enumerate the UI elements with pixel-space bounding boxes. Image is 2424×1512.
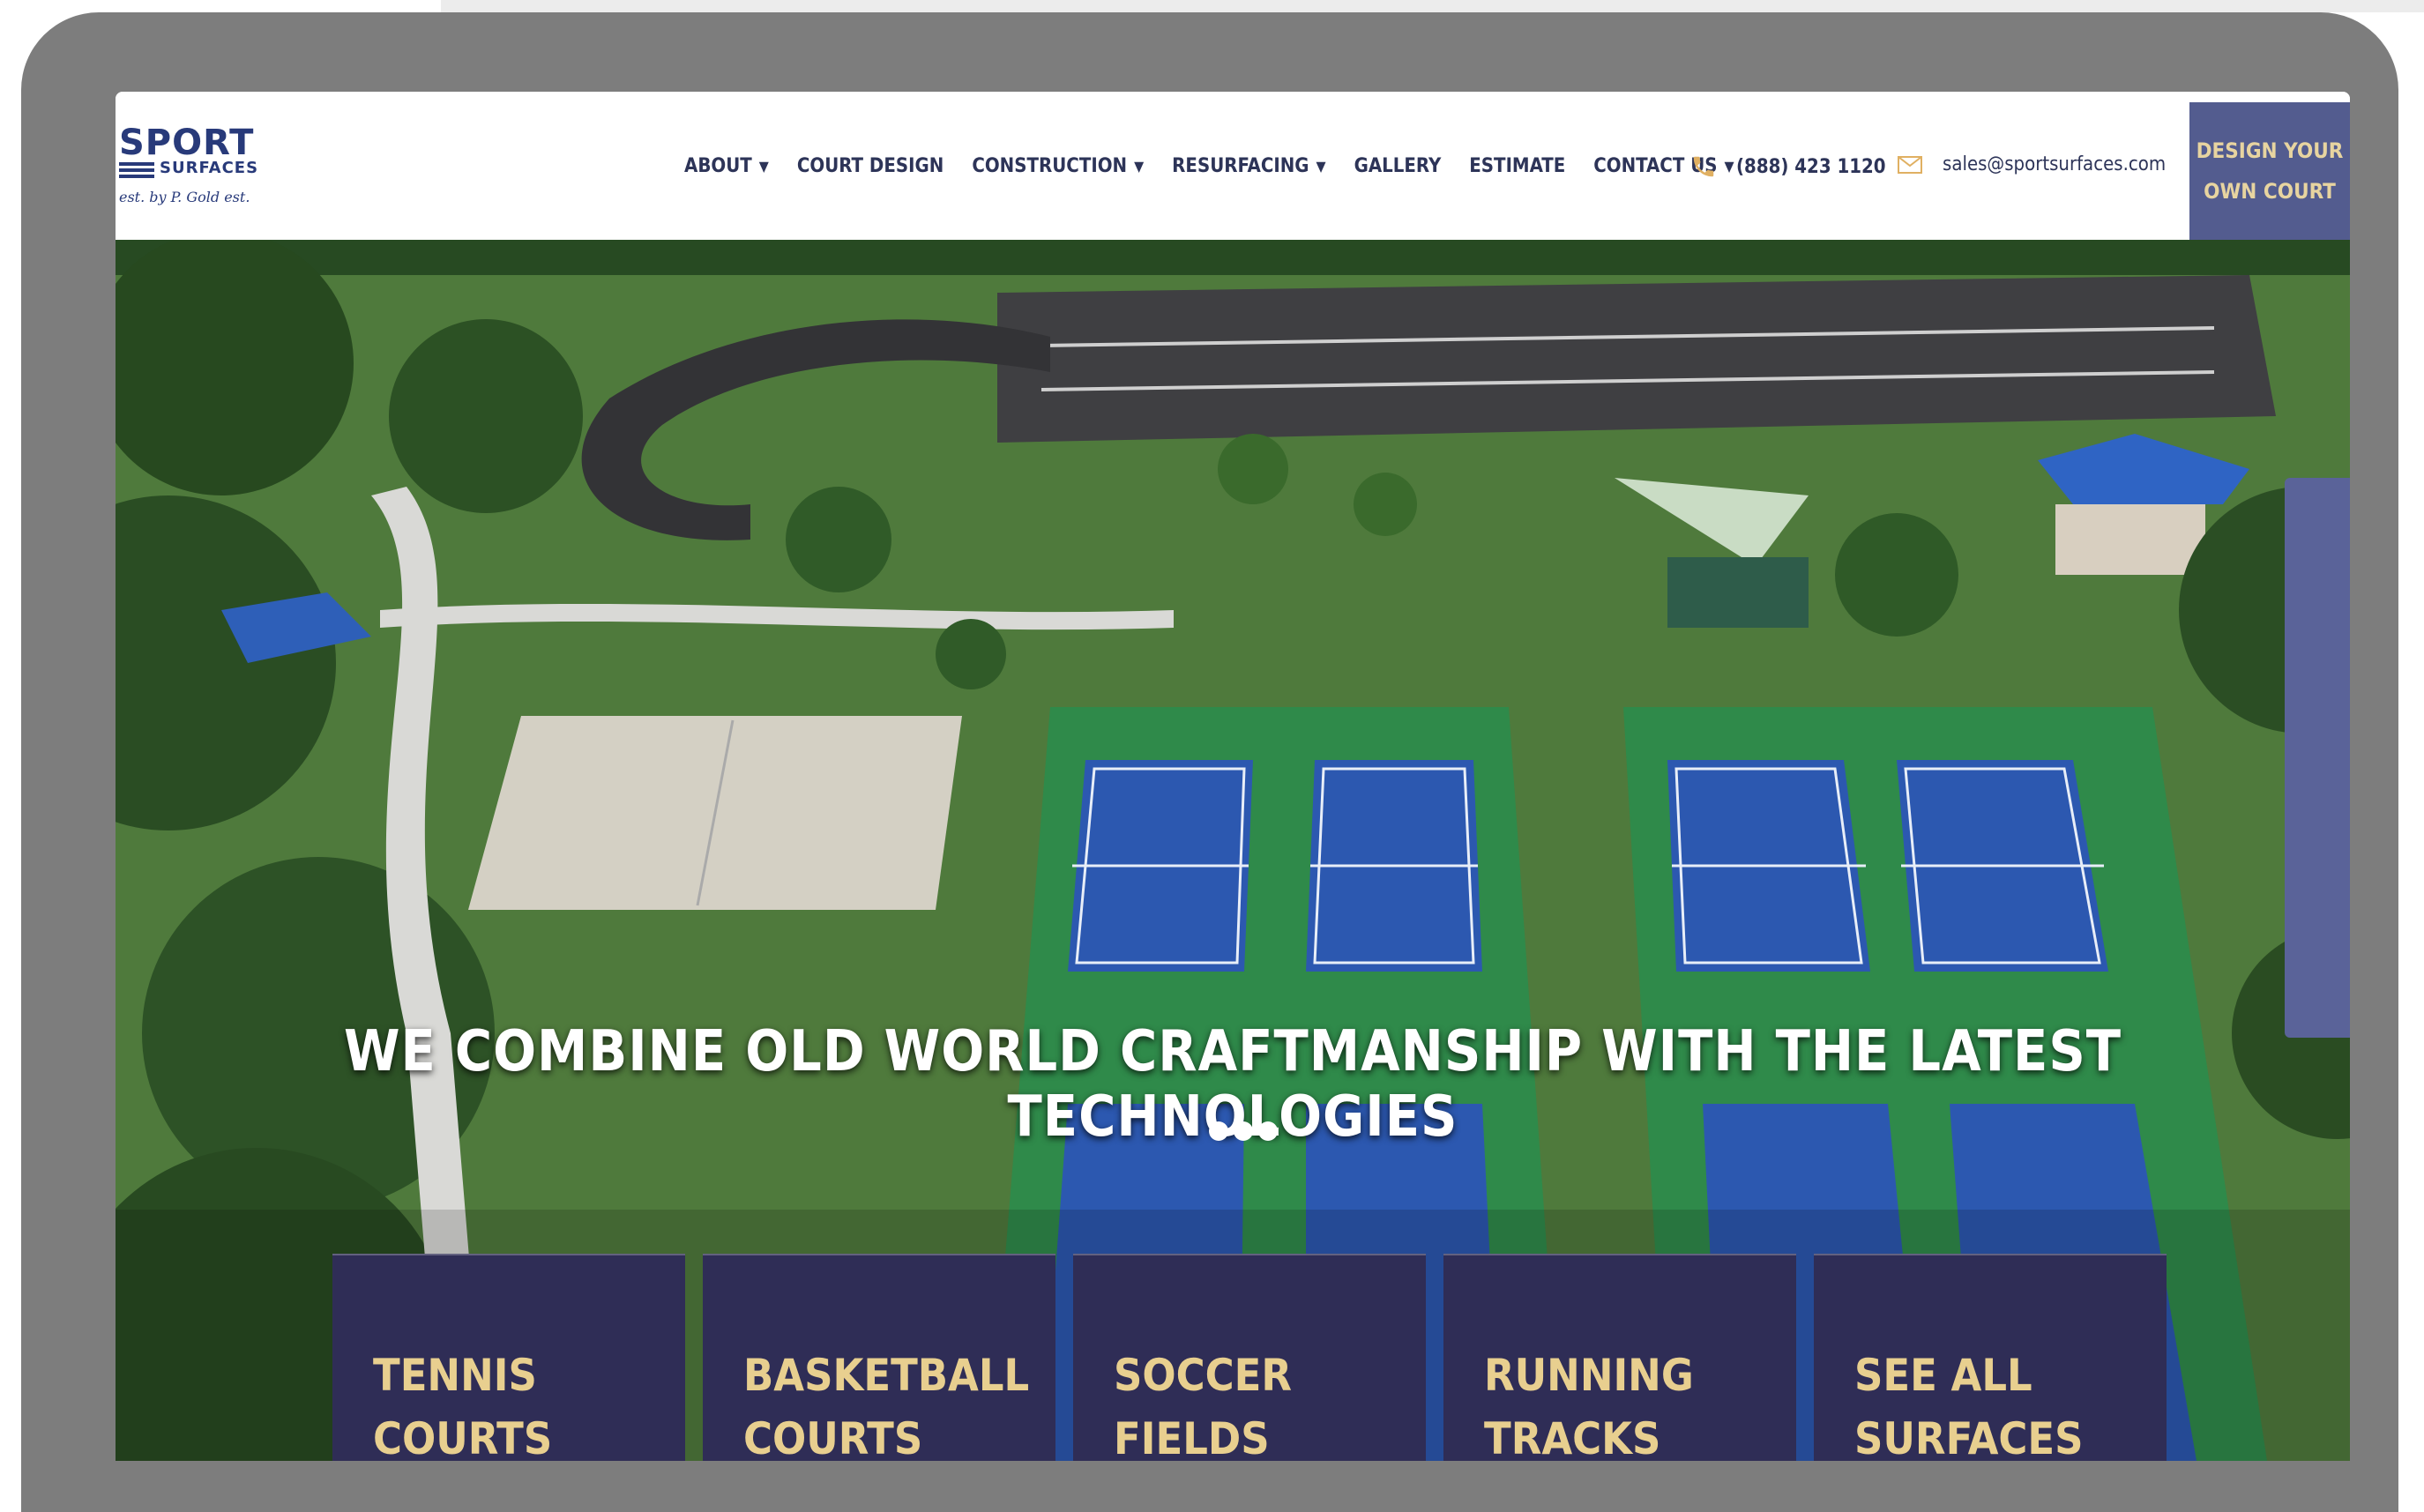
nav-item-gallery[interactable]: GALLERY [1354,155,1442,177]
tile-basketball-courts[interactable]: BASKETBALL COURTS [703,1254,1055,1461]
tile-running-tracks[interactable]: RUNNING TRACKS [1443,1254,1796,1461]
page-background-strip [441,0,2424,12]
mail-icon [1898,155,1922,174]
nav-item-court-design[interactable]: COURT DESIGN [797,155,943,177]
tile-soccer-fields[interactable]: SOCCER FIELDS [1073,1254,1426,1461]
nav-item-label: ESTIMATE [1469,155,1566,177]
tile-label: SEE ALL SURFACES [1854,1350,2084,1461]
hero-slider: WE COMBINE OLD WORLD CRAFTMANSHIP WITH T… [116,240,2350,1461]
nav-item-label: RESURFACING [1172,155,1309,177]
chevron-down-icon: ▼ [1316,158,1326,175]
nav-item-label: GALLERY [1354,155,1442,177]
surface-tiles: TENNIS COURTS BASKETBALL COURTS SOCCER F… [332,1254,2184,1461]
tablet-frame: SPORT SURFACES est. by P. Gold est. ABOU… [21,12,2398,1512]
email-address: sales@sportsurfaces.com [1943,153,2167,175]
design-your-own-court-button[interactable]: DESIGN YOUR OWN COURT [2189,102,2350,240]
site-header: SPORT SURFACES est. by P. Gold est. ABOU… [116,92,2350,240]
tile-see-all-surfaces[interactable]: SEE ALL SURFACES [1814,1254,2167,1461]
logo-signature: est. by P. Gold est. [119,189,250,205]
nav-item-resurfacing[interactable]: RESURFACING ▼ [1172,155,1325,177]
tile-label: RUNNING TRACKS [1484,1350,1694,1461]
nav-item-label: COURT DESIGN [796,155,944,177]
tile-label: BASKETBALL COURTS [743,1350,1030,1461]
nav-item-estimate[interactable]: ESTIMATE [1469,155,1565,177]
phone-link[interactable]: (888) 423 1120 [1690,153,1886,180]
tile-label: TENNIS COURTS [373,1350,553,1461]
sport-surfaces-logo[interactable]: SPORT SURFACES est. by P. Gold est. [119,125,278,217]
slide-dot-2[interactable] [1234,1121,1253,1141]
phone-number: (888) 423 1120 [1736,155,1886,178]
email-link[interactable]: sales@sportsurfaces.com [1897,153,2166,175]
logo-title: SPORT [119,123,255,163]
nav-item-label: ABOUT [684,155,752,177]
tile-label: SOCCER FIELDS [1114,1350,1293,1461]
nav-item-construction[interactable]: CONSTRUCTION ▼ [972,155,1144,177]
chevron-down-icon: ▼ [1134,158,1145,175]
slide-dot-3[interactable] [1258,1121,1278,1141]
tile-tennis-courts[interactable]: TENNIS COURTS [332,1254,685,1461]
slider-dots [1209,1121,1283,1141]
cta-line-1: DESIGN YOUR [2196,138,2344,163]
nav-item-label: CONSTRUCTION [972,155,1128,177]
logo-subtitle: SURFACES [160,159,259,177]
browser-viewport: SPORT SURFACES est. by P. Gold est. ABOU… [116,92,2350,1461]
slide-dot-1[interactable] [1209,1121,1228,1141]
main-nav: ABOUT ▼ COURT DESIGN CONSTRUCTION ▼ RESU… [684,155,1763,177]
phone-icon [1693,156,1714,177]
cta-line-2: OWN COURT [2204,179,2336,204]
side-feedback-tab[interactable] [2285,478,2350,1038]
nav-item-about[interactable]: ABOUT ▼ [684,155,769,177]
chevron-down-icon: ▼ [758,158,769,175]
